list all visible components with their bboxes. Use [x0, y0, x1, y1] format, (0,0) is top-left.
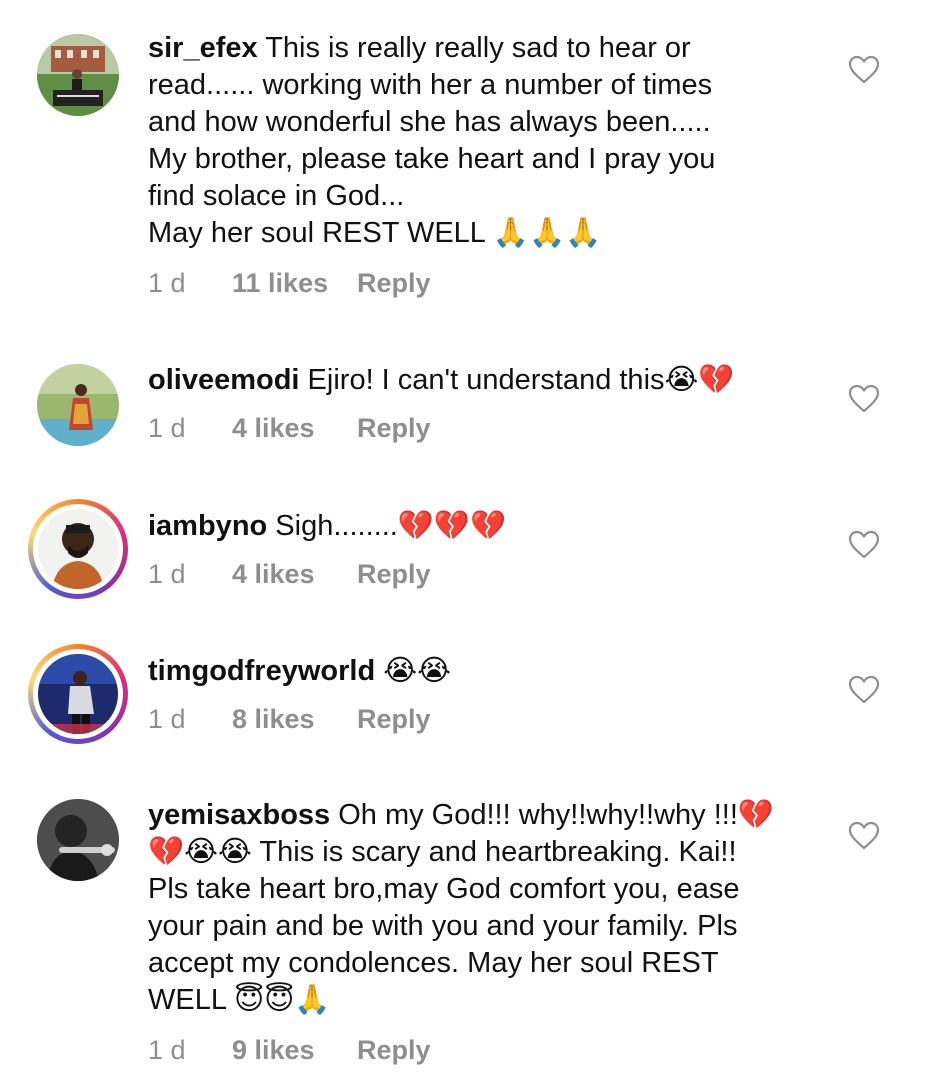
comment-timestamp: 1 d [148, 704, 186, 734]
heart-outline-icon[interactable] [848, 530, 880, 560]
comment-message: 😭😭 [375, 655, 451, 687]
comment-username[interactable]: iambyno [148, 510, 267, 542]
heart-outline-icon[interactable] [848, 675, 880, 705]
comment-timestamp: 1 d [148, 268, 186, 298]
comment-message: This is really really sad to hear or rea… [148, 32, 716, 249]
reply-button[interactable]: Reply [357, 1032, 431, 1068]
avatar[interactable] [28, 644, 128, 744]
comment-username[interactable]: timgodfreyworld [148, 655, 375, 687]
comment-meta: 1 d 4 likes Reply [148, 410, 431, 446]
avatar[interactable] [37, 34, 119, 116]
avatar[interactable] [28, 499, 128, 599]
comment-meta: 1 d 4 likes Reply [148, 556, 431, 592]
comment-likes-count[interactable]: 9 likes [232, 1032, 357, 1068]
comment-meta: 1 d 11 likes Reply [148, 265, 431, 301]
comment-timestamp: 1 d [148, 413, 186, 443]
avatar[interactable] [37, 799, 119, 881]
comment-username[interactable]: oliveemodi [148, 364, 300, 396]
comment-timestamp: 1 d [148, 1035, 186, 1065]
comment-text: sir_efex This is really really sad to he… [148, 30, 808, 252]
comment-username[interactable]: sir_efex [148, 32, 258, 64]
comment-likes-count[interactable]: 8 likes [232, 701, 357, 737]
comment-message: Oh my God!!! why!!why!!why !!!💔 💔😭😭 This… [148, 799, 775, 1016]
reply-button[interactable]: Reply [357, 410, 431, 446]
comment-text: iambyno Sigh........💔💔💔 [148, 508, 808, 545]
comment-text: timgodfreyworld 😭😭 [148, 653, 808, 690]
comment-message: Ejiro! I can't understand this😭💔 [299, 364, 735, 396]
heart-outline-icon[interactable] [848, 821, 880, 851]
comment-timestamp: 1 d [148, 559, 186, 589]
heart-outline-icon[interactable] [848, 55, 880, 85]
comment-likes-count[interactable]: 11 likes [232, 265, 357, 301]
comment-meta: 1 d 8 likes Reply [148, 701, 431, 737]
comment-text: oliveemodi Ejiro! I can't understand thi… [148, 362, 808, 399]
reply-button[interactable]: Reply [357, 701, 431, 737]
comment-likes-count[interactable]: 4 likes [232, 556, 357, 592]
comment-meta: 1 d 9 likes Reply [148, 1032, 431, 1068]
reply-button[interactable]: Reply [357, 265, 431, 301]
avatar[interactable] [37, 364, 119, 446]
comment-message: Sigh........💔💔💔 [267, 510, 507, 542]
comment-username[interactable]: yemisaxboss [148, 799, 330, 831]
comment-likes-count[interactable]: 4 likes [232, 410, 357, 446]
reply-button[interactable]: Reply [357, 556, 431, 592]
heart-outline-icon[interactable] [848, 384, 880, 414]
comment-text: yemisaxboss Oh my God!!! why!!why!!why !… [148, 797, 808, 1019]
